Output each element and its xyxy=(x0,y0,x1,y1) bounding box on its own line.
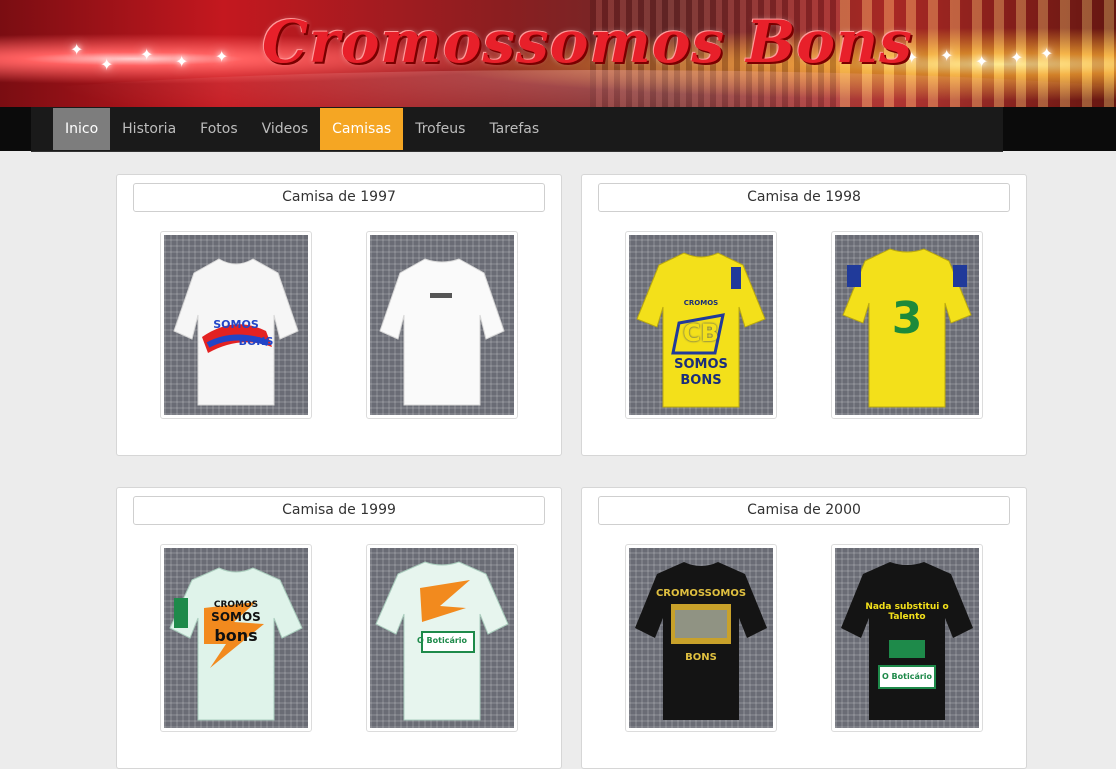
nav-item-inico[interactable]: Inico xyxy=(53,108,111,150)
card-title: Camisa de 1998 xyxy=(598,183,1010,212)
shirt-image: SOMOS BONS xyxy=(164,235,308,415)
nav-item-historia[interactable]: Historia xyxy=(110,108,188,150)
shirt-image: O Boticário xyxy=(370,548,514,728)
main-navbar: Inico Historia Fotos Videos Camisas Trof… xyxy=(0,107,1116,152)
nav-item-tarefas[interactable]: Tarefas xyxy=(477,108,551,150)
shirt-image: CROMOSSOMOS BONS xyxy=(629,548,773,728)
shirt-photo-front[interactable]: CROMOS SOMOS bons xyxy=(160,544,312,732)
shirt-print-text: 3 xyxy=(891,293,923,344)
navbar-inner: Inico Historia Fotos Videos Camisas Trof… xyxy=(31,107,1003,152)
shirt-print-text: BONS xyxy=(680,373,722,388)
star-icon: ✦ xyxy=(975,52,989,71)
shirt-image: CROMOS CB SOMOS BONS xyxy=(629,235,773,415)
card-title: Camisa de 1999 xyxy=(133,496,545,525)
star-icon: ✦ xyxy=(175,52,189,71)
nav-item-camisas[interactable]: Camisas xyxy=(320,108,404,150)
star-icon: ✦ xyxy=(1010,48,1024,67)
shirt-image: Nada substitui o Talento O Boticário xyxy=(835,548,979,728)
nav-item-trofeus[interactable]: Trofeus xyxy=(403,108,477,150)
shirt-print-text: SOMOS xyxy=(211,610,261,624)
shirt-image xyxy=(370,235,514,415)
nav-menu: Inico Historia Fotos Videos Camisas Trof… xyxy=(53,108,551,150)
star-icon: ✦ xyxy=(70,40,84,59)
shirt-print-text: CROMOS xyxy=(683,299,719,307)
shirt-print-text: BONS xyxy=(238,335,274,348)
shirt-photo-back[interactable]: Nada substitui o Talento O Boticário xyxy=(831,544,983,732)
shirt-print-text: bons xyxy=(214,626,258,645)
shirt-print-text: SOMOS xyxy=(674,357,728,372)
star-icon: ✦ xyxy=(215,47,229,66)
shirt-print-text: O Boticário xyxy=(416,636,468,645)
card-title: Camisa de 2000 xyxy=(598,496,1010,525)
shirt-card-1999: Camisa de 1999 CROMOS SOMOS bons O Botic… xyxy=(116,487,562,769)
nav-item-fotos[interactable]: Fotos xyxy=(188,108,249,150)
shirt-photo-back[interactable]: O Boticário xyxy=(366,544,518,732)
header-banner: ✦ ✦ ✦ ✦ ✦ ✦ ✦ ✦ ✦ ✦ Cromossomos Bons xyxy=(0,0,1116,107)
shirt-photo-front[interactable]: CROMOS CB SOMOS BONS xyxy=(625,231,777,419)
shirt-print-text: CB xyxy=(683,319,719,347)
shirt-image: 3 xyxy=(835,235,979,415)
star-icon: ✦ xyxy=(140,45,154,64)
shirt-photo-front[interactable]: SOMOS BONS xyxy=(160,231,312,419)
star-icon: ✦ xyxy=(940,46,954,65)
shirt-card-1997: Camisa de 1997 SOMOS BONS xyxy=(116,174,562,456)
shirt-print-text: Nada substitui o Talento xyxy=(865,602,949,622)
shirt-photo-back[interactable] xyxy=(366,231,518,419)
site-logo-title[interactable]: Cromossomos Bons xyxy=(262,8,912,76)
star-icon: ✦ xyxy=(1040,44,1054,63)
shirt-print-text: CROMOSSOMOS xyxy=(655,588,747,599)
shirt-photo-front[interactable]: CROMOSSOMOS BONS xyxy=(625,544,777,732)
shirt-print-text: O Boticário xyxy=(881,672,933,681)
shirt-photo-back[interactable]: 3 xyxy=(831,231,983,419)
shirt-print-text: SOMOS xyxy=(213,318,259,331)
nav-item-videos[interactable]: Videos xyxy=(250,108,321,150)
star-icon: ✦ xyxy=(100,55,114,74)
shirt-card-1998: Camisa de 1998 CROMOS CB SOMOS BONS 3 xyxy=(581,174,1027,456)
shirt-image: CROMOS SOMOS bons xyxy=(164,548,308,728)
card-title: Camisa de 1997 xyxy=(133,183,545,212)
shirt-print-text: CROMOS xyxy=(213,600,259,610)
shirt-card-2000: Camisa de 2000 CROMOSSOMOS BONS Nada sub… xyxy=(581,487,1027,769)
shirt-print-text: BONS xyxy=(685,652,717,663)
